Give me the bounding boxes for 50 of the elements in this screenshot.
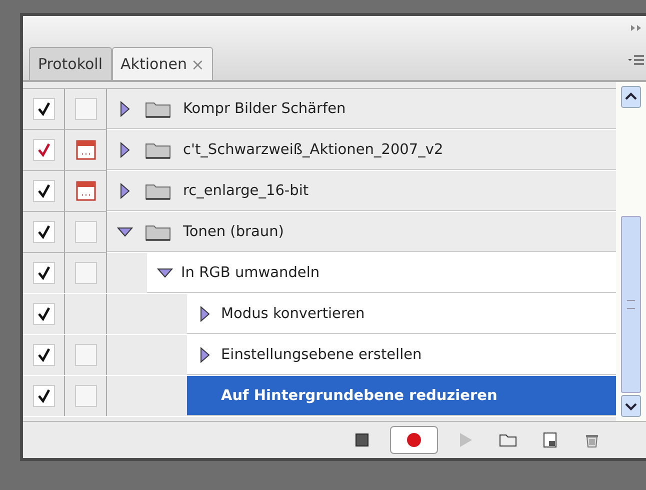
action-label: In RGB umwandeln <box>181 264 320 280</box>
action-item[interactable]: Modus konvertieren <box>187 294 616 334</box>
dialog-toggle-icon[interactable] <box>76 181 96 201</box>
tab-label: Aktionen <box>120 55 187 73</box>
folder-icon <box>145 100 171 118</box>
scroll-up-icon[interactable] <box>621 86 641 108</box>
action-label: rc_enlarge_16-bit <box>183 182 309 198</box>
action-label: c't_Schwarzweiß_Aktionen_2007_v2 <box>183 142 444 158</box>
toggle-checkbox[interactable] <box>32 385 54 407</box>
toggle-checkbox[interactable] <box>32 180 54 202</box>
dialog-toggle[interactable] <box>74 98 96 120</box>
action-item[interactable]: In RGB umwandeln <box>147 253 616 293</box>
dialog-toggle[interactable] <box>74 344 96 366</box>
toggle-checkbox[interactable] <box>32 221 54 243</box>
expanded-triangle-icon[interactable] <box>157 266 173 278</box>
dialog-toggle[interactable] <box>74 262 96 284</box>
tab-label: Protokoll <box>38 55 103 73</box>
scroll-thumb[interactable] <box>621 216 641 393</box>
new-page-icon <box>543 432 557 448</box>
folder-icon <box>499 433 517 447</box>
folder-icon <box>145 140 171 158</box>
stop-icon <box>355 433 369 447</box>
action-item[interactable]: Einstellungsebene erstellen <box>187 335 616 375</box>
panel-tab[interactable]: Aktionen × <box>112 47 214 80</box>
expanded-triangle-icon[interactable] <box>117 226 133 238</box>
trash-icon <box>585 432 599 448</box>
scroll-down-icon[interactable] <box>621 395 641 417</box>
folder-icon <box>145 182 171 200</box>
toggle-checkbox[interactable] <box>32 98 54 120</box>
folder-icon <box>145 222 171 240</box>
record-button[interactable] <box>390 426 438 454</box>
toggle-checkbox[interactable] <box>32 262 54 284</box>
action-label: Modus konvertieren <box>221 306 365 322</box>
play-icon <box>459 432 473 448</box>
collapse-icon[interactable] <box>630 24 642 32</box>
action-label: Tonen (braun) <box>183 224 284 240</box>
record-icon <box>406 432 422 448</box>
panel-tab[interactable]: Protokoll <box>29 47 112 80</box>
dialog-toggle[interactable] <box>74 221 96 243</box>
scrollbar[interactable] <box>616 82 646 421</box>
toggle-checkbox[interactable] <box>32 303 54 325</box>
action-label: Auf Hintergrundebene reduzieren <box>221 388 498 404</box>
menu-icon[interactable] <box>628 54 644 66</box>
action-label: Einstellungsebene erstellen <box>221 346 422 362</box>
dialog-toggle-icon[interactable] <box>76 140 96 160</box>
dialog-toggle[interactable] <box>74 385 96 407</box>
toggle-checkbox[interactable] <box>32 344 54 366</box>
action-item[interactable]: Auf Hintergrundebene reduzieren <box>187 376 616 416</box>
action-label: Kompr Bilder Schärfen <box>183 100 346 116</box>
toggle-checkbox[interactable] <box>32 139 54 161</box>
